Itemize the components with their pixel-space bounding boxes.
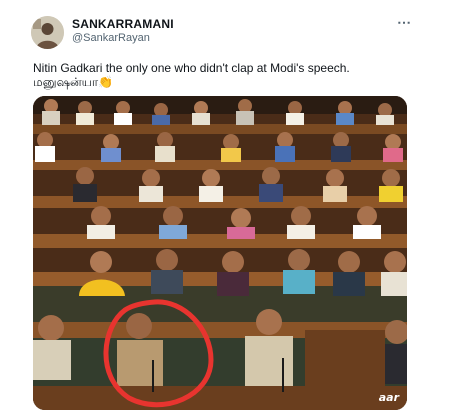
more-options-icon[interactable]: ⋯ — [394, 13, 414, 33]
avatar[interactable] — [31, 16, 64, 49]
watermark-text: aar — [378, 391, 399, 404]
author-name[interactable]: SANKARRAMANI — [72, 17, 174, 31]
tweet-card: SANKARRAMANI @SankarRayan ⋯ Nitin Gadkar… — [0, 0, 469, 417]
author-handle[interactable]: @SankarRayan — [72, 32, 150, 44]
tweet-text-line2: மனுஷன்யா👏 — [33, 75, 113, 91]
tweet-text-line1: Nitin Gadkari the only one who didn't cl… — [33, 61, 350, 75]
tweet-text-tamil: மனுஷன்யா — [33, 75, 99, 89]
avatar-image — [31, 16, 64, 49]
clapping-hands-icon: 👏 — [98, 75, 114, 89]
parliament-scene — [33, 96, 407, 410]
tweet-media-photo[interactable]: aar — [33, 96, 407, 410]
